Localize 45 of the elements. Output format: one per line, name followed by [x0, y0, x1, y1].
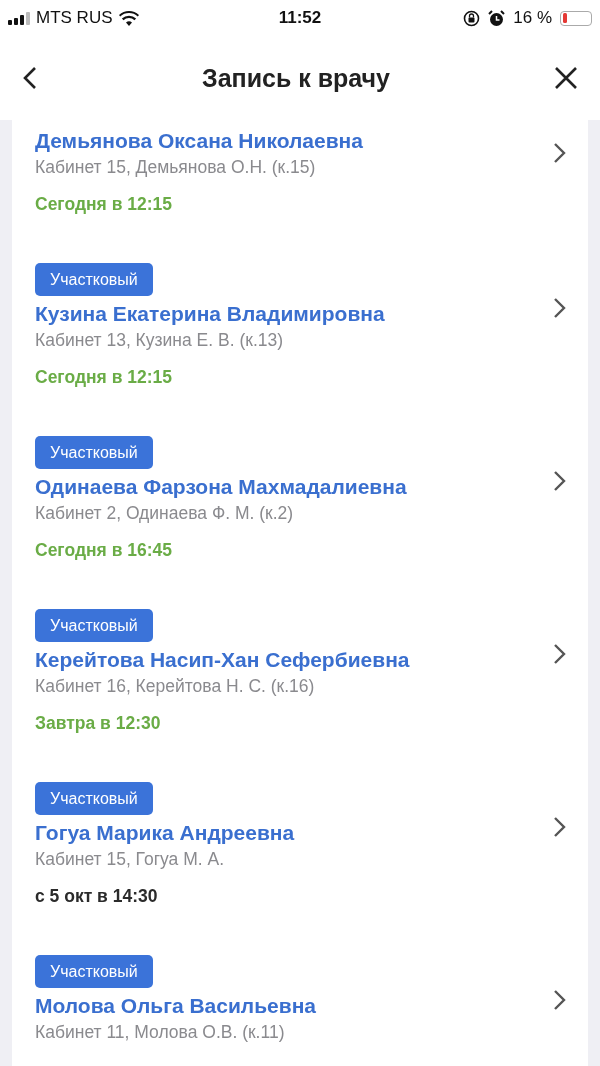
doctor-item[interactable]: Участковый Гогуа Марика Андреевна Кабинет 15, Гогуа М. А. [35, 782, 566, 871]
doctor-item[interactable]: Участковый Керейтова Насип-Хан Сефербиевна Кабинет 16, Керейтова Н. С. (к.16) [35, 609, 566, 698]
doctor-item[interactable]: Демьянова Оксана Николаевна Кабинет 15, Демьянова О.Н. (к.15) [35, 127, 566, 179]
doctor-name: Одинаева Фарзона Махмадалиевна [35, 474, 408, 500]
appointment-time: Завтра в 12:30 [35, 712, 162, 735]
doctor-item[interactable]: Участковый Молова Ольга Васильевна Кабинет 11, Молова О.В. (к.11) [35, 955, 566, 1044]
appointment-time: Сегодня в 16:45 [35, 539, 174, 562]
room-info: Кабинет 16, Керейтова Н. С. (к.16) [35, 675, 316, 698]
district-badge: Участковый [35, 263, 153, 296]
doctor-name: Кузина Екатерина Владимировна [35, 301, 386, 327]
doctor-item[interactable]: Участковый Одинаева Фарзона Махмадалиевна Кабинет 2, Одинаева Ф. М. (к.2) [35, 436, 566, 525]
district-badge: Участковый [35, 782, 153, 815]
chevron-right-icon [553, 296, 566, 319]
clock-time: 11:52 [278, 8, 322, 28]
district-badge: Участковый [35, 955, 153, 988]
page-title: Запись к врачу [201, 63, 391, 93]
back-icon[interactable] [22, 66, 38, 90]
room-info: Кабинет 15, Демьянова О.Н. (к.15) [35, 156, 317, 179]
appointment-time: Сегодня в 12:15 [35, 193, 174, 216]
chevron-right-icon [553, 142, 566, 164]
room-info: Кабинет 13, Кузина Е. В. (к.13) [35, 329, 285, 352]
doctor-name: Демьянова Оксана Николаевна [35, 128, 364, 154]
doctor-item[interactable]: Участковый Кузина Екатерина Владимировна Кабинет 13, Кузина Е. В. (к.13) [35, 263, 566, 352]
district-badge: Участковый [35, 436, 153, 469]
room-info: Кабинет 15, Гогуа М. А. [35, 848, 225, 871]
room-info: Кабинет 2, Одинаева Ф. М. (к.2) [35, 502, 295, 525]
wifi-icon [118, 10, 139, 26]
doctor-name: Молова Ольга Васильевна [35, 993, 318, 1019]
district-badge: Участковый [35, 609, 153, 642]
doctor-name: Керейтова Насип-Хан Сефербиевна [35, 647, 411, 673]
appointment-time: Сегодня в 12:15 [35, 366, 174, 389]
chevron-right-icon [553, 642, 566, 665]
chevron-right-icon [553, 815, 566, 838]
close-icon[interactable] [554, 66, 578, 90]
appointment-time: с 5 окт в 14:30 [35, 885, 159, 908]
orientation-lock-icon [463, 9, 481, 27]
carrier-name: MTS RUS [36, 8, 113, 28]
chevron-right-icon [553, 469, 566, 492]
signal-icon [8, 11, 30, 25]
room-info: Кабинет 11, Молова О.В. (к.11) [35, 1021, 286, 1044]
chevron-right-icon [553, 988, 566, 1011]
alarm-icon [488, 9, 506, 27]
battery-percent: 16 % [513, 8, 552, 28]
battery-icon [560, 10, 592, 26]
doctor-name: Гогуа Марика Андреевна [35, 820, 296, 846]
